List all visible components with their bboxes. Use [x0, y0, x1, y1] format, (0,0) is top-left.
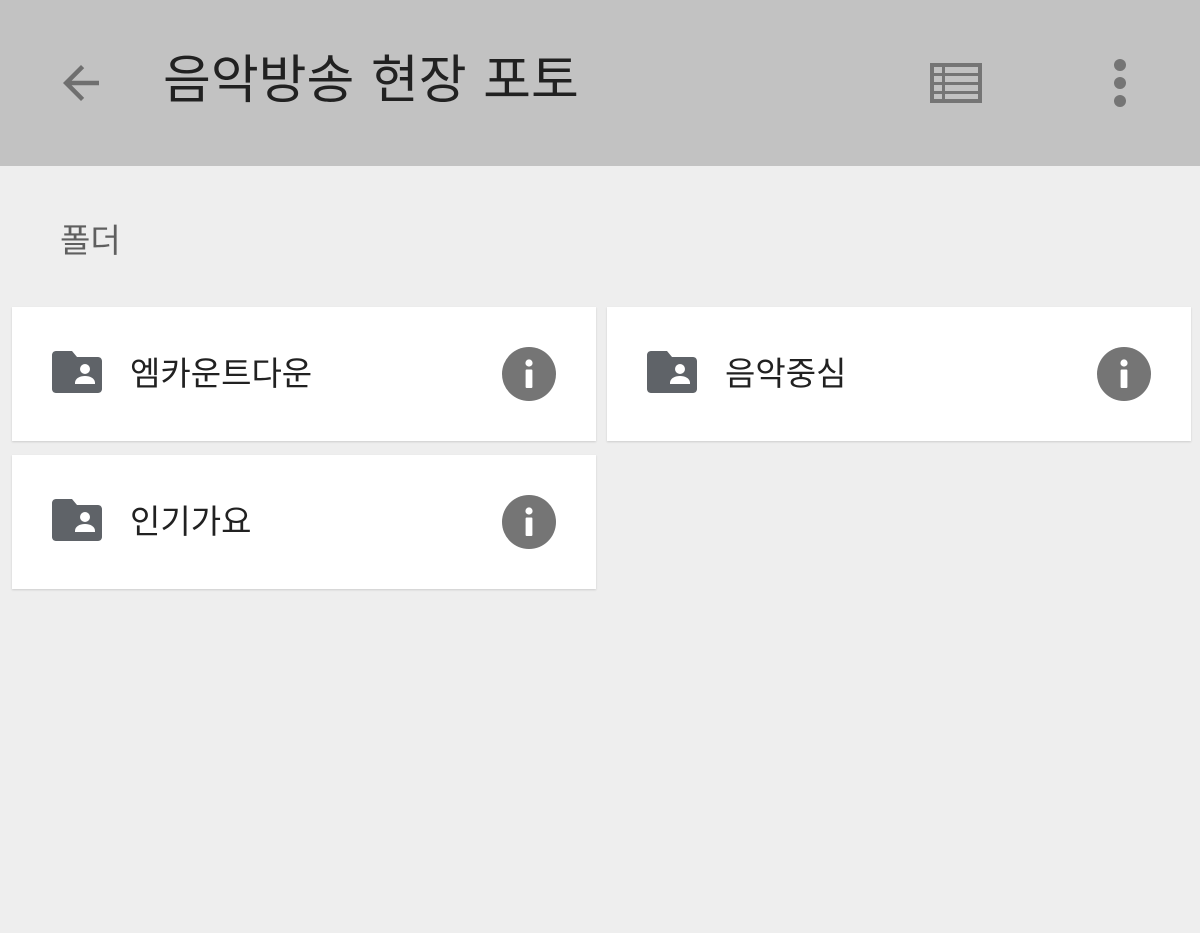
arrow-back-icon	[63, 65, 99, 101]
more-options-button[interactable]	[1092, 50, 1148, 116]
folder-card-inkigayo[interactable]: 인기가요	[12, 455, 596, 589]
folder-card-music-core[interactable]: 음악중심	[607, 307, 1191, 441]
info-icon[interactable]	[1096, 346, 1152, 402]
view-list-icon	[930, 63, 982, 103]
page-title: 음악방송 현장 포토	[163, 51, 579, 111]
list-view-button[interactable]	[920, 52, 992, 114]
folder-name: 음악중심	[725, 354, 847, 393]
section-label-folders: 폴더	[60, 221, 121, 260]
info-icon[interactable]	[501, 494, 557, 550]
folder-name: 엠카운트다운	[130, 354, 313, 393]
shared-folder-icon	[52, 351, 102, 393]
more-vert-icon	[1114, 59, 1126, 107]
shared-folder-icon	[52, 499, 102, 541]
folder-card-mcountdown[interactable]: 엠카운트다운	[12, 307, 596, 441]
info-icon[interactable]	[501, 346, 557, 402]
shared-folder-icon	[647, 351, 697, 393]
back-button[interactable]	[48, 50, 114, 116]
app-bar: 음악방송 현장 포토	[0, 0, 1200, 166]
folder-name: 인기가요	[130, 502, 252, 541]
